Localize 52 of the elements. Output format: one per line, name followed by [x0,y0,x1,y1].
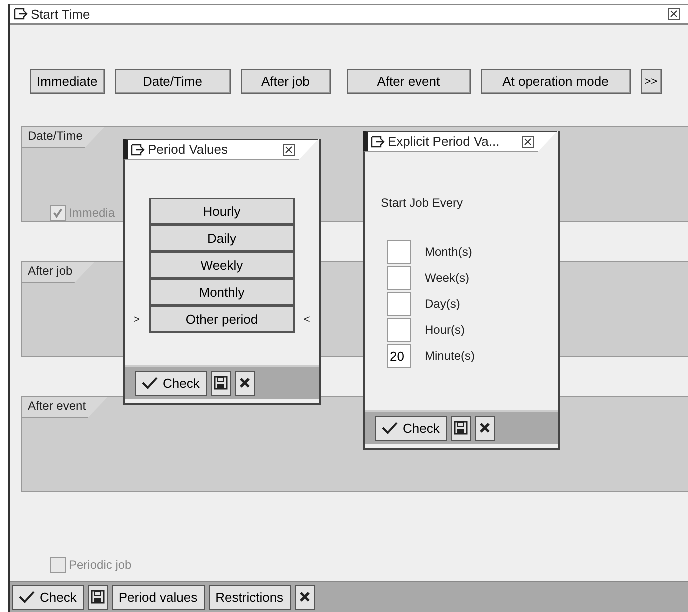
field-label: Month(s) [425,245,472,259]
field-label: Day(s) [425,297,460,311]
field-label: Minute(s) [425,349,476,363]
checkmark-icon [382,422,398,434]
save-button[interactable] [450,416,471,440]
start-job-every-label: Start Job Every [381,196,464,210]
period-option-button[interactable]: Daily [148,225,296,252]
toolbar-button[interactable]: Restrictions [208,584,291,610]
cancel-icon [238,376,252,390]
check-button[interactable]: Check [135,370,207,396]
checkmark-icon [142,377,158,389]
toolbar-button[interactable]: Period values [112,584,205,610]
close-icon[interactable] [668,8,680,20]
start-option-button[interactable]: Immediate [30,69,105,94]
window-icon [131,144,145,156]
period-option-button[interactable]: Weekly [148,252,296,279]
input-field[interactable] [387,240,411,264]
start-option-button[interactable]: After event [346,69,471,94]
start-option-button[interactable]: Date/Time [114,69,231,94]
input-field[interactable]: 20 [387,344,411,368]
check-button[interactable]: Check [12,584,84,610]
check-button[interactable]: Check [375,416,447,440]
window-title: Start Time [31,6,92,22]
save-button[interactable] [88,584,108,610]
cancel-button[interactable] [234,370,255,396]
period-option-button[interactable]: Monthly [148,279,296,306]
close-icon[interactable] [522,136,534,148]
window-icon [371,136,385,148]
window-icon [14,8,28,20]
cancel-button[interactable] [294,584,315,610]
close-icon[interactable] [283,144,295,156]
save-button[interactable] [210,370,231,396]
checkmark-icon [19,591,35,603]
selection-marker: > [134,314,140,326]
cancel-icon [298,590,312,604]
start-option-button[interactable]: >> [640,69,662,94]
field-label: Week(s) [425,271,470,285]
period-option-button[interactable]: Hourly [148,198,296,225]
cancel-button[interactable] [474,416,495,440]
input-field[interactable] [387,266,411,290]
input-field[interactable] [387,292,411,316]
start-option-button[interactable]: After job [240,69,331,94]
checkbox-label: Immedia [69,206,116,220]
period-option-button[interactable]: Other period [148,306,296,333]
dialog-title: Explicit Period Va... [388,134,501,149]
start-option-button[interactable]: At operation mode [480,69,631,94]
cancel-icon [478,421,492,435]
input-field[interactable] [387,318,411,342]
checkbox-label: Periodic job [69,558,132,572]
selection-marker: < [304,314,310,326]
dialog-title: Period Values [148,142,229,157]
field-label: Hour(s) [425,323,466,337]
